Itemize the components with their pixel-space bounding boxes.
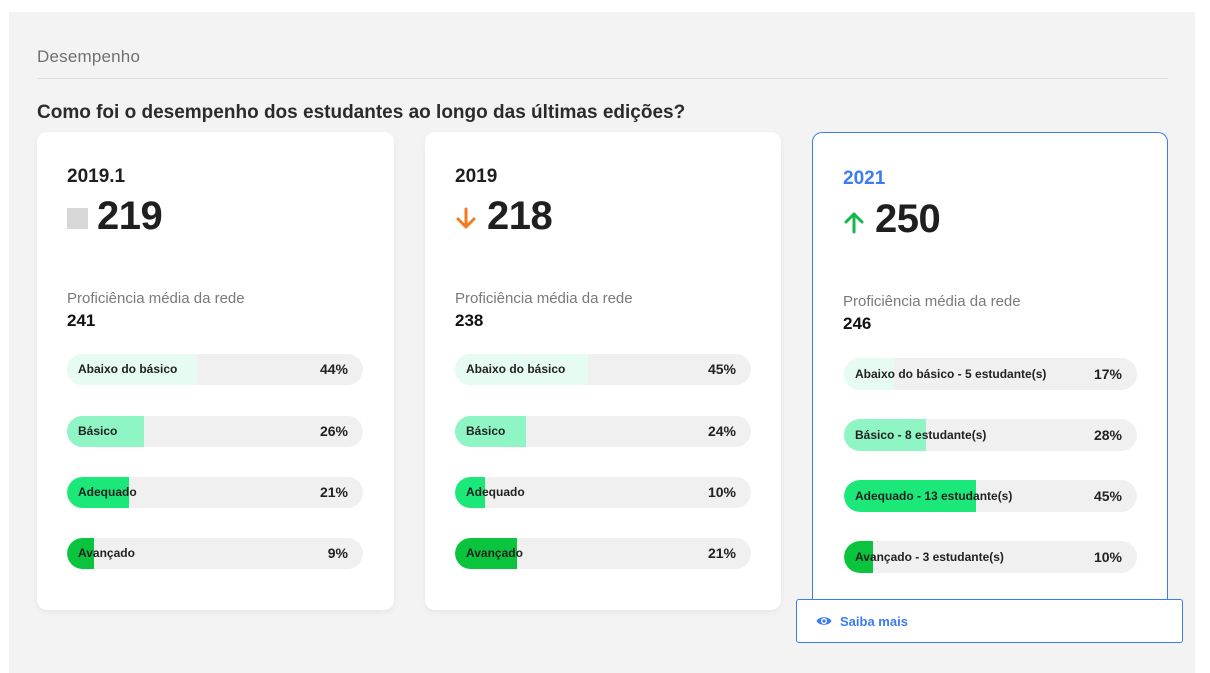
level-bar-adequado: Adequado - 13 estudante(s) 45% (844, 480, 1137, 512)
level-bar-avancado: Avançado 21% (455, 538, 751, 569)
proficiency-label: Proficiência média da rede (455, 290, 633, 307)
level-percent: 17% (1093, 366, 1122, 382)
edition-year: 2019.1 (67, 166, 126, 187)
level-label: Avançado - 3 estudante(s) (855, 550, 1004, 564)
proficiency-value: 241 (67, 311, 96, 330)
edition-score: 218 (487, 194, 553, 238)
arrow-down-icon (456, 207, 476, 228)
edition-year: 2019 (455, 166, 498, 187)
level-bar-adequado: Adequado 21% (67, 477, 363, 508)
question-heading: Como foi o desempenho dos estudantes ao … (37, 102, 686, 123)
edition-year: 2021 (843, 168, 886, 189)
proficiency-label: Proficiência média da rede (67, 290, 245, 307)
level-percent: 26% (319, 423, 348, 439)
level-label: Avançado (466, 546, 523, 560)
level-percent: 10% (707, 484, 736, 500)
proficiency-label: Proficiência média da rede (843, 293, 1021, 310)
level-label: Adequado (466, 485, 525, 499)
proficiency-value: 238 (455, 311, 484, 330)
level-label: Avançado (78, 546, 135, 560)
arrow-up-icon (844, 212, 864, 233)
level-percent: 21% (707, 545, 736, 561)
level-bar-basico: Básico 26% (67, 416, 363, 447)
level-label: Adequado (78, 485, 137, 499)
level-bar-basico: Básico 24% (455, 416, 751, 447)
edition-score: 250 (875, 197, 941, 241)
eye-icon (816, 617, 832, 625)
edition-card-2021[interactable]: 2021 250 Proficiência média da rede 246 … (812, 132, 1168, 602)
level-label: Adequado - 13 estudante(s) (855, 489, 1013, 503)
level-bar-basico: Básico - 8 estudante(s) 28% (844, 419, 1137, 451)
level-label: Básico (466, 424, 506, 438)
level-bar-abaixo: Abaixo do básico - 5 estudante(s) 17% (844, 358, 1137, 390)
proficiency-value: 246 (843, 314, 872, 333)
level-bar-abaixo: Abaixo do básico 45% (455, 354, 751, 385)
level-percent: 45% (1093, 488, 1122, 504)
level-percent: 28% (1093, 427, 1122, 443)
level-percent: 45% (707, 361, 736, 377)
level-percent: 9% (327, 545, 348, 561)
level-label: Abaixo do básico (466, 362, 566, 376)
edition-score: 219 (97, 194, 163, 238)
level-label: Abaixo do básico - 5 estudante(s) (855, 367, 1047, 381)
level-bar-abaixo: Abaixo do básico 44% (67, 354, 363, 385)
level-percent: 10% (1093, 549, 1122, 565)
level-label: Abaixo do básico (78, 362, 178, 376)
saiba-mais-label: Saiba mais (840, 613, 908, 629)
level-label: Básico - 8 estudante(s) (855, 428, 987, 442)
level-percent: 21% (319, 484, 348, 500)
level-bar-avancado: Avançado - 3 estudante(s) 10% (844, 541, 1137, 573)
saiba-mais-button[interactable]: Saiba mais (796, 599, 1183, 643)
edition-card-2019[interactable]: 2019 218 Proficiência média da rede 238 … (425, 132, 781, 610)
level-label: Básico (78, 424, 118, 438)
level-bar-avancado: Avançado 9% (67, 538, 363, 569)
level-bar-adequado: Adequado 10% (455, 477, 751, 508)
level-percent: 24% (707, 423, 736, 439)
section-title: Desempenho (37, 47, 141, 66)
neutral-square-icon (67, 208, 88, 229)
level-percent: 44% (319, 361, 348, 377)
edition-card-2019-1[interactable]: 2019.1 219 Proficiência média da rede 24… (37, 132, 394, 610)
divider (37, 78, 1168, 79)
